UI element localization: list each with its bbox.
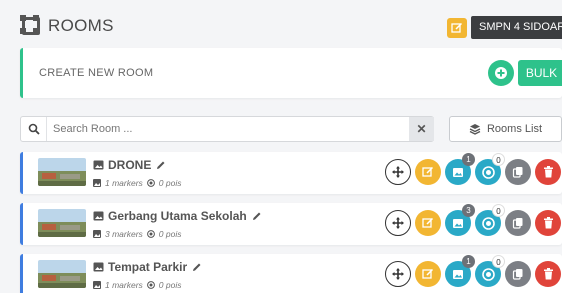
- school-selector[interactable]: SMPN 4 SIDOARJO: [447, 16, 562, 39]
- markers-badge: 1: [462, 255, 475, 268]
- page-header: ROOMS: [20, 15, 114, 36]
- pois-count: 0 pois: [158, 280, 182, 290]
- trash-icon: [543, 217, 553, 229]
- create-room-label: CREATE NEW ROOM: [39, 67, 154, 79]
- pois-badge: 0: [492, 204, 505, 217]
- room-card: Gerbang Utama Sekolah 3 markers 0 pois 3…: [20, 203, 562, 245]
- edit-icon: [422, 268, 434, 279]
- copy-room-button[interactable]: [505, 159, 531, 185]
- copy-room-button[interactable]: [505, 210, 531, 236]
- image-icon: [93, 179, 101, 187]
- image-icon: [93, 281, 101, 289]
- target-icon: [481, 267, 495, 281]
- room-meta: 1 markers 0 pois: [93, 280, 181, 290]
- image-icon: [453, 218, 463, 228]
- rooms-frame-icon: [20, 15, 40, 35]
- image-icon: [453, 269, 463, 279]
- room-thumbnail[interactable]: [38, 209, 86, 237]
- edit-room-button[interactable]: [415, 210, 441, 236]
- image-icon: [93, 211, 104, 221]
- markers-count: 1 markers: [105, 280, 143, 290]
- pois-button[interactable]: 0: [475, 255, 505, 287]
- target-icon: [146, 230, 155, 238]
- delete-room-button[interactable]: [535, 210, 561, 236]
- room-name-row: Gerbang Utama Sekolah: [93, 209, 262, 223]
- image-icon: [93, 230, 101, 238]
- room-name-row: DRONE: [93, 158, 166, 172]
- move-arrows-icon: [392, 268, 404, 280]
- pois-badge: 0: [492, 153, 505, 166]
- edit-icon[interactable]: [447, 17, 467, 38]
- edit-icon: [422, 217, 434, 228]
- room-name-row: Tempat Parkir: [93, 260, 202, 274]
- delete-room-button[interactable]: [535, 159, 561, 185]
- trash-icon: [543, 268, 553, 280]
- pois-badge: 0: [492, 255, 505, 268]
- markers-button[interactable]: 3: [445, 204, 475, 236]
- room-name: Gerbang Utama Sekolah: [108, 209, 247, 223]
- room-meta: 3 markers 0 pois: [93, 229, 181, 239]
- edit-room-button[interactable]: [415, 159, 441, 185]
- trash-icon: [543, 166, 553, 178]
- markers-badge: 1: [462, 153, 475, 166]
- add-room-button[interactable]: [488, 60, 514, 86]
- markers-button[interactable]: 1: [445, 153, 475, 185]
- room-thumbnail[interactable]: [38, 260, 86, 288]
- edit-room-button[interactable]: [415, 261, 441, 287]
- target-icon: [481, 216, 495, 230]
- markers-count: 3 markers: [105, 229, 143, 239]
- markers-badge: 3: [462, 204, 475, 217]
- school-name: SMPN 4 SIDOARJO: [471, 16, 562, 39]
- move-arrows-icon: [392, 166, 404, 178]
- image-icon: [93, 262, 104, 272]
- room-name: DRONE: [108, 158, 152, 172]
- search-box: ✕: [20, 116, 434, 142]
- layers-icon: [469, 124, 481, 135]
- copy-room-button[interactable]: [505, 261, 531, 287]
- move-button[interactable]: [385, 210, 411, 236]
- top-bar: ROOMS SMPN 4 SIDOARJO: [0, 0, 562, 52]
- pencil-icon[interactable]: [155, 160, 166, 171]
- rooms-list-label: Rooms List: [486, 123, 543, 135]
- pois-button[interactable]: 0: [475, 204, 505, 236]
- clear-search-button[interactable]: ✕: [409, 117, 434, 141]
- pois-count: 0 pois: [158, 178, 182, 188]
- plus-circle-icon: [495, 67, 507, 79]
- rooms-list-button[interactable]: Rooms List: [449, 116, 562, 142]
- room-card: Tempat Parkir 1 markers 0 pois 1 0: [20, 254, 562, 293]
- move-button[interactable]: [385, 261, 411, 287]
- delete-room-button[interactable]: [535, 261, 561, 287]
- copy-icon: [512, 167, 523, 178]
- markers-count: 1 markers: [105, 178, 143, 188]
- move-button[interactable]: [385, 159, 411, 185]
- room-thumbnail[interactable]: [38, 158, 86, 186]
- image-icon: [453, 167, 463, 177]
- pois-button[interactable]: 0: [475, 153, 505, 185]
- room-card: DRONE 1 markers 0 pois 1 0: [20, 152, 562, 194]
- edit-icon: [422, 166, 434, 177]
- bulk-button[interactable]: BULK: [518, 60, 562, 86]
- image-icon: [93, 160, 104, 170]
- target-icon: [481, 165, 495, 179]
- copy-icon: [512, 218, 523, 229]
- pois-count: 0 pois: [158, 229, 182, 239]
- target-icon: [146, 179, 155, 187]
- copy-icon: [512, 269, 523, 280]
- create-room-panel: CREATE NEW ROOM BULK: [20, 48, 562, 98]
- room-name: Tempat Parkir: [108, 260, 188, 274]
- pencil-icon[interactable]: [191, 262, 202, 273]
- pencil-icon[interactable]: [251, 211, 262, 222]
- page-title: ROOMS: [48, 16, 114, 35]
- search-icon: [21, 117, 47, 141]
- markers-button[interactable]: 1: [445, 255, 475, 287]
- target-icon: [146, 281, 155, 289]
- search-input[interactable]: [53, 117, 403, 141]
- move-arrows-icon: [392, 217, 404, 229]
- room-meta: 1 markers 0 pois: [93, 178, 181, 188]
